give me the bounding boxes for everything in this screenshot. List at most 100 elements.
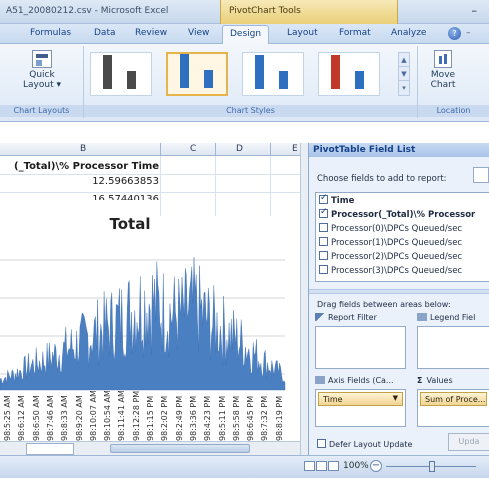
x-tick-label: 98:6:50 AM: [31, 395, 41, 441]
x-tick-label: 98:3:36 PM: [188, 395, 198, 441]
axis-fields-drop-zone[interactable]: Time ▼: [315, 389, 406, 427]
field-item[interactable]: Processor(1)\DPCs Queued/sec: [319, 237, 462, 251]
chart-style-2[interactable]: [166, 52, 228, 96]
field-checkbox[interactable]: [319, 265, 328, 274]
tab-format[interactable]: Format: [339, 28, 371, 38]
defer-checkbox[interactable]: [317, 439, 326, 448]
tab-analyze[interactable]: Analyze: [391, 28, 426, 38]
style-swatch-bar: [331, 55, 340, 89]
axis-fields-area-label: Axis Fields (Ca...: [315, 376, 394, 385]
tab-view[interactable]: View: [188, 28, 209, 38]
field-checkbox[interactable]: [319, 207, 328, 218]
field-item[interactable]: Processor(_Total)\% Processor: [319, 207, 476, 223]
column-header-c[interactable]: C: [190, 144, 196, 154]
tab-data[interactable]: Data: [94, 28, 116, 38]
gallery-scroll[interactable]: ▲ ▼ ▾: [398, 52, 410, 96]
tab-formulas[interactable]: Formulas: [30, 28, 71, 38]
choose-fields-label: Choose fields to add to report:: [317, 174, 447, 184]
x-tick-label: 98:7:46 AM: [45, 395, 55, 441]
field-item[interactable]: Processor(0)\DPCs Queued/sec: [319, 223, 462, 237]
column-header-e[interactable]: E: [292, 144, 298, 154]
tab-design[interactable]: Design: [222, 25, 270, 45]
zoom-level[interactable]: 100%: [343, 461, 369, 471]
field-list-layout-icon[interactable]: [473, 167, 489, 183]
x-tick-label: 98:6:45 PM: [246, 395, 256, 441]
normal-view-icon[interactable]: [304, 461, 315, 471]
sheet-tab[interactable]: [26, 443, 74, 455]
filter-icon: [315, 313, 325, 321]
horizontal-scrollbar[interactable]: [0, 441, 300, 455]
quick-layout-button[interactable]: Quick Layout ▾: [22, 50, 62, 94]
field-checkbox[interactable]: [319, 223, 328, 232]
gallery-down-icon[interactable]: ▼: [399, 67, 409, 81]
legend-fields-drop-zone[interactable]: [417, 326, 489, 369]
ribbon: Quick Layout ▾ Chart Layouts ▲ ▼ ▾ Chart…: [0, 44, 489, 122]
pivot-field-list-pane: PivotTable Field List Choose fields to a…: [308, 143, 489, 455]
field-label: Processor(_Total)\% Processor: [331, 210, 476, 220]
field-checkbox[interactable]: [319, 193, 328, 204]
status-bar: 100% −: [0, 455, 489, 478]
style-swatch-bar: [103, 55, 112, 89]
values-field-pill[interactable]: Sum of Proce...: [420, 392, 487, 406]
defer-layout-update[interactable]: Defer Layout Update: [317, 439, 412, 449]
axis-field-pill-time[interactable]: Time ▼: [318, 392, 403, 406]
series-area[interactable]: [0, 257, 286, 391]
x-tick-label: 98:6:12 AM: [17, 395, 27, 441]
field-checkbox[interactable]: [319, 251, 328, 260]
zoom-out-icon[interactable]: −: [370, 460, 382, 472]
field-checkbox[interactable]: [319, 237, 328, 246]
x-tick-label: 98:5:25 AM: [3, 395, 12, 441]
page-break-view-icon[interactable]: [328, 461, 339, 471]
location-label: Location: [418, 105, 489, 117]
window-title: A51_20080212.csv - Microsoft Excel: [6, 6, 169, 16]
gallery-up-icon[interactable]: ▲: [399, 53, 409, 67]
quick-layout-label: Quick Layout: [23, 70, 55, 90]
group-chart-layouts: Quick Layout ▾ Chart Layouts: [0, 46, 84, 118]
field-item[interactable]: Processor(3)\DPCs Queued/sec: [319, 265, 462, 279]
chart-style-1[interactable]: [90, 52, 152, 96]
report-filter-drop-zone[interactable]: [315, 326, 406, 369]
page-layout-view-icon[interactable]: [316, 461, 327, 471]
column-header-d[interactable]: D: [236, 144, 243, 154]
values-area-label: Σ Values: [417, 376, 453, 385]
help-icon[interactable]: ?: [448, 27, 461, 40]
values-drop-zone[interactable]: Sum of Proce...: [417, 389, 489, 427]
tab-layout[interactable]: Layout: [287, 28, 318, 38]
column-header-b[interactable]: B: [80, 144, 86, 154]
group-chart-styles: ▲ ▼ ▾ Chart Styles: [84, 46, 418, 118]
cell-header-processor-time[interactable]: (_Total)\% Processor Time: [14, 161, 159, 172]
minimize-icon[interactable]: –: [472, 4, 478, 17]
pane-divider[interactable]: [309, 289, 489, 294]
tab-review[interactable]: Review: [135, 28, 167, 38]
pivotchart-tools-label: PivotChart Tools: [229, 6, 301, 16]
x-tick-label: 98:10:54 AM: [103, 391, 113, 441]
chart-style-4[interactable]: [318, 52, 380, 96]
x-tick-label: 98:11:41 AM: [117, 391, 127, 441]
legend-fields-label: Legend Fiel: [430, 313, 476, 322]
group-location: Move Chart Location: [418, 46, 489, 118]
gallery-more-icon[interactable]: ▾: [399, 81, 409, 95]
ribbon-minimize-icon[interactable]: –: [466, 28, 471, 38]
x-tick-label: 98:9:20 AM: [74, 395, 84, 441]
horizontal-scroll-thumb[interactable]: [110, 444, 250, 453]
update-button[interactable]: Upda: [448, 433, 489, 451]
chart-style-3[interactable]: [242, 52, 304, 96]
chart-styles-label: Chart Styles: [84, 105, 417, 117]
style-swatch-bar: [180, 54, 189, 88]
field-label: Processor(3)\DPCs Queued/sec: [331, 266, 463, 276]
legend-fields-area-label: Legend Fiel: [417, 313, 475, 322]
dropdown-arrow-icon[interactable]: ▼: [393, 394, 398, 402]
move-chart-label: Move Chart: [430, 70, 456, 90]
chart-layouts-label: Chart Layouts: [0, 105, 83, 117]
zoom-slider-thumb[interactable]: [429, 461, 435, 472]
field-label: Processor(1)\DPCs Queued/sec: [331, 238, 463, 248]
x-tick-label: 98:5:58 PM: [231, 395, 241, 441]
column-separator: [270, 143, 271, 156]
move-chart-icon: [434, 50, 452, 68]
move-chart-button[interactable]: Move Chart: [424, 50, 462, 90]
cell-value[interactable]: 12.59663853: [0, 176, 159, 187]
field-item[interactable]: Processor(2)\DPCs Queued/sec: [319, 251, 462, 265]
column-headers: B C D E: [0, 143, 300, 156]
report-filter-label: Report Filter: [328, 313, 377, 322]
x-tick-label: 98:5:11 PM: [217, 395, 227, 441]
